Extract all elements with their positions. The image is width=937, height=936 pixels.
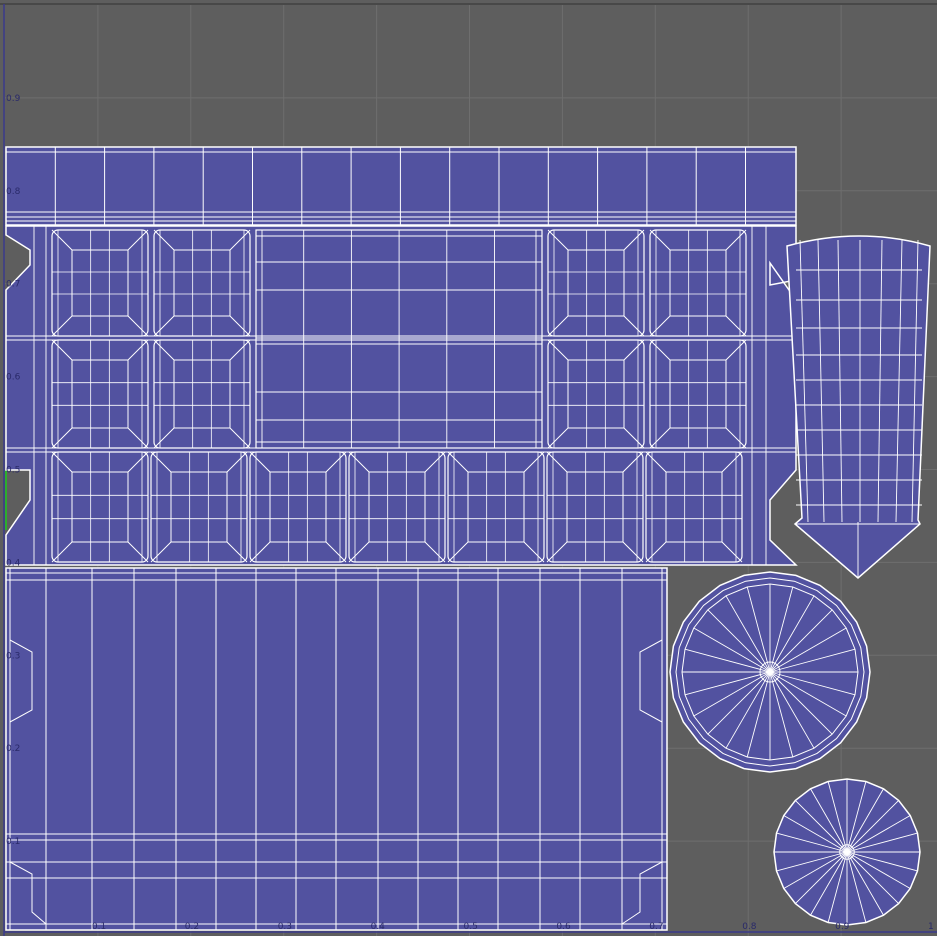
cap-large-shell bbox=[669, 571, 871, 773]
v-tick-label: 0.9 bbox=[6, 94, 21, 104]
u-tick-label: 0.9 bbox=[835, 922, 850, 932]
uv-shells[interactable] bbox=[5, 146, 931, 931]
u-tick-label: 0.4 bbox=[371, 922, 386, 932]
u-tick-label: 0.5 bbox=[464, 922, 478, 932]
v-tick-label: 0.7 bbox=[6, 280, 20, 290]
v-tick-label: 0.6 bbox=[6, 373, 21, 383]
u-tick-label: 0.3 bbox=[278, 922, 292, 932]
u-tick-label: 0.2 bbox=[185, 922, 199, 932]
base-panel-shell bbox=[5, 567, 668, 931]
v-tick-label: 0.8 bbox=[6, 187, 21, 197]
top-strip-shell bbox=[5, 146, 797, 226]
side-panel-shell bbox=[786, 235, 931, 579]
uv-face bbox=[5, 225, 798, 566]
v-tick-label: 0.5 bbox=[6, 466, 20, 476]
uv-face bbox=[5, 146, 797, 226]
uv-editor-canvas[interactable]: 0.1 0.2 0.3 0.4 0.5 0.6 0.7 0.8 0.9 1 0.9 0.8 0.7 0.6… bbox=[0, 0, 937, 936]
u-tick-label: 0.8 bbox=[742, 922, 757, 932]
v-tick-label: 0.2 bbox=[6, 744, 20, 754]
cushion-grid-shell bbox=[5, 225, 798, 566]
v-tick-label: 0.4 bbox=[6, 558, 21, 568]
cap-small-shell bbox=[773, 778, 921, 926]
uv-face bbox=[786, 235, 931, 579]
v-tick-label: 0.1 bbox=[6, 837, 20, 847]
u-tick-label: 0.1 bbox=[92, 922, 106, 932]
v-tick-label: 0.3 bbox=[6, 651, 20, 661]
u-tick-label: 1 bbox=[928, 922, 934, 932]
u-tick-label: 0.6 bbox=[556, 922, 571, 932]
u-tick-label: 0.7 bbox=[649, 922, 663, 932]
